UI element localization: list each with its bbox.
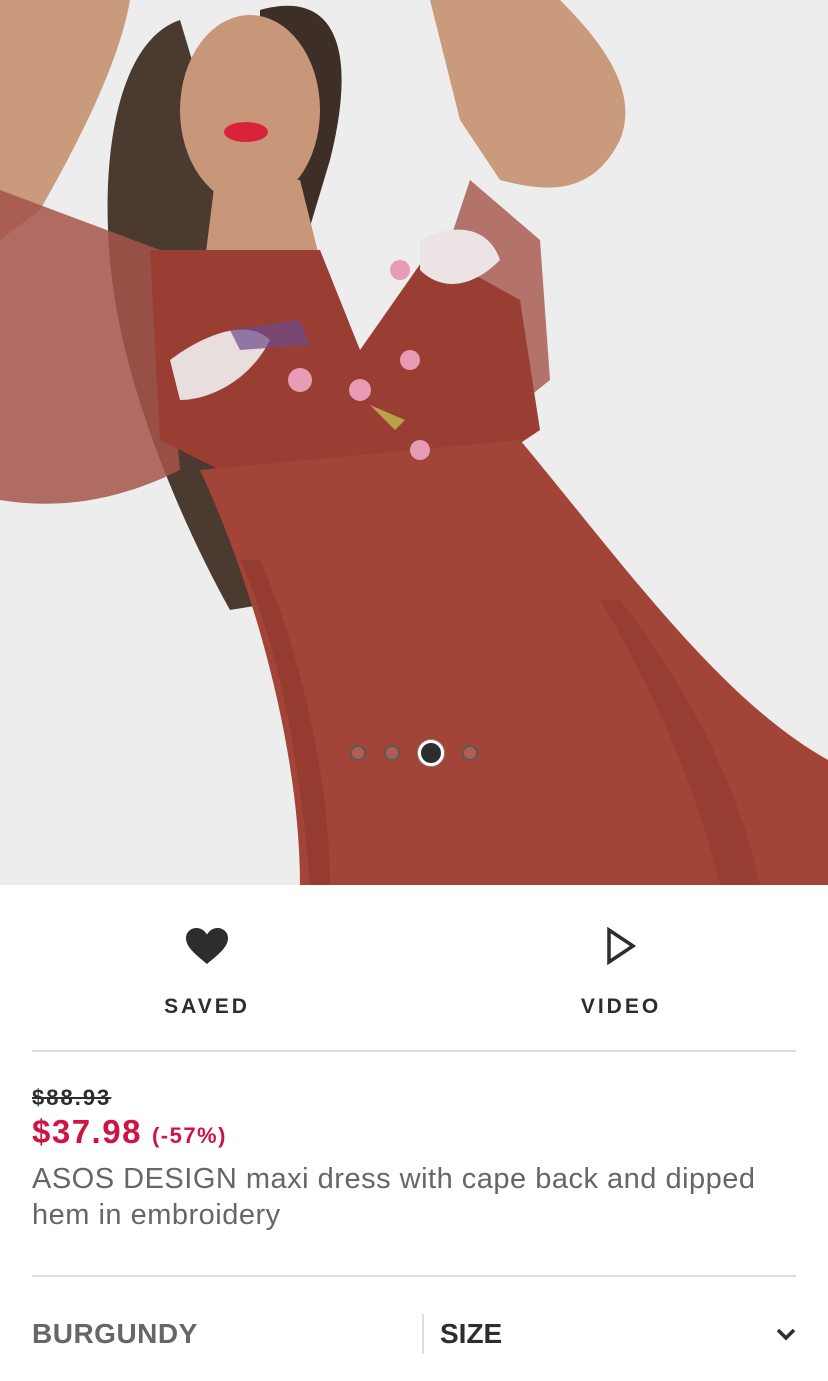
colour-value: BURGUNDY	[32, 1318, 198, 1349]
chevron-down-icon	[776, 1328, 796, 1341]
gallery-pagination	[0, 740, 828, 766]
saved-button[interactable]: SAVED	[0, 885, 414, 1050]
saved-label: SAVED	[164, 995, 250, 1018]
action-bar: SAVED VIDEO	[0, 885, 828, 1050]
discount-badge: (-57%)	[151, 1123, 227, 1148]
price-row: $37.98 (-57%)	[32, 1113, 796, 1151]
divider	[32, 1275, 796, 1277]
play-icon	[607, 926, 636, 966]
video-label: VIDEO	[580, 995, 662, 1018]
pagination-dot-active[interactable]	[418, 740, 444, 766]
sale-price: $37.98	[32, 1113, 142, 1150]
product-info: $88.93 $37.98 (-57%) ASOS DESIGN maxi dr…	[32, 1085, 796, 1233]
video-button[interactable]: VIDEO	[414, 885, 828, 1050]
product-image[interactable]	[0, 0, 828, 885]
product-options: BURGUNDY SIZE	[32, 1300, 796, 1368]
heart-icon	[186, 928, 228, 964]
pagination-dot[interactable]	[350, 745, 366, 761]
pagination-dot[interactable]	[384, 745, 400, 761]
original-price: $88.93	[32, 1085, 112, 1110]
size-label: SIZE	[440, 1318, 503, 1349]
size-select[interactable]: SIZE	[424, 1318, 796, 1350]
pagination-dot[interactable]	[462, 745, 478, 761]
divider	[32, 1050, 796, 1052]
product-title: ASOS DESIGN maxi dress with cape back an…	[32, 1163, 756, 1231]
